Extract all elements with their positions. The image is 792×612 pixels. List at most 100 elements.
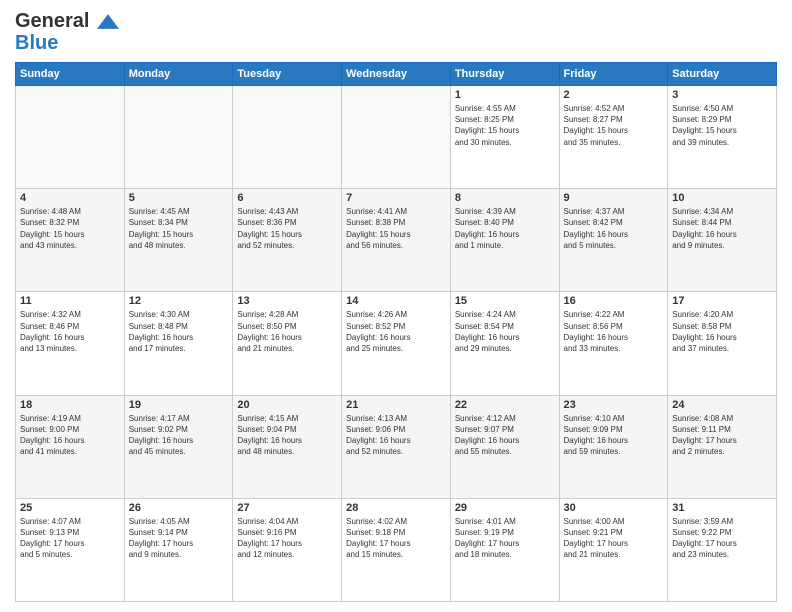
calendar-cell: 22 Sunrise: 4:12 AM Sunset: 9:07 PM Dayli… (450, 395, 559, 498)
calendar-cell (16, 86, 125, 189)
column-header-tuesday: Tuesday (233, 63, 342, 86)
day-number: 13 (237, 295, 337, 307)
day-number: 23 (564, 399, 664, 411)
day-info: Sunrise: 4:41 AM Sunset: 8:38 PM Dayligh… (346, 206, 446, 251)
calendar-header-row: SundayMondayTuesdayWednesdayThursdayFrid… (16, 63, 777, 86)
calendar-cell: 1Sunrise: 4:55 AM Sunset: 8:25 PM Daylig… (450, 86, 559, 189)
day-number: 21 (346, 399, 446, 411)
day-info: Sunrise: 3:59 AM Sunset: 9:22 PM Dayligh… (672, 516, 772, 561)
day-info: Sunrise: 4:55 AM Sunset: 8:25 PM Dayligh… (455, 103, 555, 148)
day-number: 19 (129, 399, 229, 411)
calendar-cell: 30 Sunrise: 4:00 AM Sunset: 9:21 PM Dayli… (559, 498, 668, 601)
day-info: Sunrise: 4:01 AM Sunset: 9:19 PM Dayligh… (455, 516, 555, 561)
day-number: 11 (20, 295, 120, 307)
day-info: Sunrise: 4:45 AM Sunset: 8:34 PM Dayligh… (129, 206, 229, 251)
day-info: Sunrise: 4:02 AM Sunset: 9:18 PM Dayligh… (346, 516, 446, 561)
day-number: 7 (346, 192, 446, 204)
calendar-cell: 10 Sunrise: 4:34 AM Sunset: 8:44 PM Dayli… (668, 189, 777, 292)
calendar-table: SundayMondayTuesdayWednesdayThursdayFrid… (15, 62, 777, 602)
calendar-cell: 18 Sunrise: 4:19 AM Sunset: 9:00 PM Dayli… (16, 395, 125, 498)
column-header-wednesday: Wednesday (342, 63, 451, 86)
header: General Blue (15, 10, 777, 54)
calendar-cell: 15 Sunrise: 4:24 AM Sunset: 8:54 PM Dayli… (450, 292, 559, 395)
day-number: 29 (455, 502, 555, 514)
calendar-cell: 21 Sunrise: 4:13 AM Sunset: 9:06 PM Dayli… (342, 395, 451, 498)
day-info: Sunrise: 4:39 AM Sunset: 8:40 PM Dayligh… (455, 206, 555, 251)
day-info: Sunrise: 4:43 AM Sunset: 8:36 PM Dayligh… (237, 206, 337, 251)
calendar-cell: 8Sunrise: 4:39 AM Sunset: 8:40 PM Daylig… (450, 189, 559, 292)
calendar-week-2: 4Sunrise: 4:48 AM Sunset: 8:32 PM Daylig… (16, 189, 777, 292)
day-info: Sunrise: 4:52 AM Sunset: 8:27 PM Dayligh… (564, 103, 664, 148)
calendar-cell: 27 Sunrise: 4:04 AM Sunset: 9:16 PM Dayli… (233, 498, 342, 601)
column-header-sunday: Sunday (16, 63, 125, 86)
day-info: Sunrise: 4:05 AM Sunset: 9:14 PM Dayligh… (129, 516, 229, 561)
day-info: Sunrise: 4:17 AM Sunset: 9:02 PM Dayligh… (129, 413, 229, 458)
calendar-cell: 16Sunrise: 4:22 AM Sunset: 8:56 PM Dayli… (559, 292, 668, 395)
day-info: Sunrise: 4:34 AM Sunset: 8:44 PM Dayligh… (672, 206, 772, 251)
day-info: Sunrise: 4:26 AM Sunset: 8:52 PM Dayligh… (346, 309, 446, 354)
calendar-week-5: 25 Sunrise: 4:07 AM Sunset: 9:13 PM Dayli… (16, 498, 777, 601)
day-number: 12 (129, 295, 229, 307)
day-number: 10 (672, 192, 772, 204)
column-header-friday: Friday (559, 63, 668, 86)
day-info: Sunrise: 4:30 AM Sunset: 8:48 PM Dayligh… (129, 309, 229, 354)
logo-blue: Blue (15, 32, 58, 54)
day-number: 22 (455, 399, 555, 411)
calendar-cell: 31 Sunrise: 3:59 AM Sunset: 9:22 PM Dayli… (668, 498, 777, 601)
calendar-cell: 11 Sunrise: 4:32 AM Sunset: 8:46 PM Dayli… (16, 292, 125, 395)
day-info: Sunrise: 4:04 AM Sunset: 9:16 PM Dayligh… (237, 516, 337, 561)
calendar-cell (233, 86, 342, 189)
day-number: 18 (20, 399, 120, 411)
column-header-thursday: Thursday (450, 63, 559, 86)
calendar-week-1: 1Sunrise: 4:55 AM Sunset: 8:25 PM Daylig… (16, 86, 777, 189)
day-number: 14 (346, 295, 446, 307)
calendar-cell: 25 Sunrise: 4:07 AM Sunset: 9:13 PM Dayli… (16, 498, 125, 601)
day-number: 24 (672, 399, 772, 411)
day-info: Sunrise: 4:00 AM Sunset: 9:21 PM Dayligh… (564, 516, 664, 561)
calendar-cell: 6 Sunrise: 4:43 AM Sunset: 8:36 PM Daylig… (233, 189, 342, 292)
column-header-saturday: Saturday (668, 63, 777, 86)
day-info: Sunrise: 4:48 AM Sunset: 8:32 PM Dayligh… (20, 206, 120, 251)
day-number: 17 (672, 295, 772, 307)
day-info: Sunrise: 4:20 AM Sunset: 8:58 PM Dayligh… (672, 309, 772, 354)
day-number: 15 (455, 295, 555, 307)
calendar-cell: 23 Sunrise: 4:10 AM Sunset: 9:09 PM Dayli… (559, 395, 668, 498)
logo: General Blue (15, 10, 119, 54)
calendar-cell: 4Sunrise: 4:48 AM Sunset: 8:32 PM Daylig… (16, 189, 125, 292)
calendar-cell: 28 Sunrise: 4:02 AM Sunset: 9:18 PM Dayli… (342, 498, 451, 601)
day-info: Sunrise: 4:24 AM Sunset: 8:54 PM Dayligh… (455, 309, 555, 354)
day-number: 30 (564, 502, 664, 514)
calendar-cell: 3Sunrise: 4:50 AM Sunset: 8:29 PM Daylig… (668, 86, 777, 189)
day-number: 6 (237, 192, 337, 204)
day-number: 27 (237, 502, 337, 514)
calendar-cell: 29 Sunrise: 4:01 AM Sunset: 9:19 PM Dayli… (450, 498, 559, 601)
day-info: Sunrise: 4:08 AM Sunset: 9:11 PM Dayligh… (672, 413, 772, 458)
day-number: 20 (237, 399, 337, 411)
day-number: 2 (564, 89, 664, 101)
day-number: 28 (346, 502, 446, 514)
calendar-week-4: 18 Sunrise: 4:19 AM Sunset: 9:00 PM Dayli… (16, 395, 777, 498)
day-info: Sunrise: 4:13 AM Sunset: 9:06 PM Dayligh… (346, 413, 446, 458)
calendar-cell: 2 Sunrise: 4:52 AM Sunset: 8:27 PM Daylig… (559, 86, 668, 189)
day-info: Sunrise: 4:10 AM Sunset: 9:09 PM Dayligh… (564, 413, 664, 458)
day-info: Sunrise: 4:12 AM Sunset: 9:07 PM Dayligh… (455, 413, 555, 458)
calendar-cell: 12 Sunrise: 4:30 AM Sunset: 8:48 PM Dayli… (124, 292, 233, 395)
calendar-cell: 17 Sunrise: 4:20 AM Sunset: 8:58 PM Dayli… (668, 292, 777, 395)
day-number: 16 (564, 295, 664, 307)
day-number: 3 (672, 89, 772, 101)
calendar-cell: 26 Sunrise: 4:05 AM Sunset: 9:14 PM Dayli… (124, 498, 233, 601)
day-info: Sunrise: 4:19 AM Sunset: 9:00 PM Dayligh… (20, 413, 120, 458)
day-number: 26 (129, 502, 229, 514)
day-number: 25 (20, 502, 120, 514)
day-info: Sunrise: 4:32 AM Sunset: 8:46 PM Dayligh… (20, 309, 120, 354)
calendar-week-3: 11 Sunrise: 4:32 AM Sunset: 8:46 PM Dayli… (16, 292, 777, 395)
calendar-cell: 13Sunrise: 4:28 AM Sunset: 8:50 PM Dayli… (233, 292, 342, 395)
logo-general: General (15, 10, 89, 32)
calendar-cell: 7 Sunrise: 4:41 AM Sunset: 8:38 PM Daylig… (342, 189, 451, 292)
calendar-cell: 20Sunrise: 4:15 AM Sunset: 9:04 PM Dayli… (233, 395, 342, 498)
calendar-cell: 5Sunrise: 4:45 AM Sunset: 8:34 PM Daylig… (124, 189, 233, 292)
calendar-cell (342, 86, 451, 189)
day-info: Sunrise: 4:07 AM Sunset: 9:13 PM Dayligh… (20, 516, 120, 561)
calendar-cell: 9Sunrise: 4:37 AM Sunset: 8:42 PM Daylig… (559, 189, 668, 292)
day-number: 31 (672, 502, 772, 514)
